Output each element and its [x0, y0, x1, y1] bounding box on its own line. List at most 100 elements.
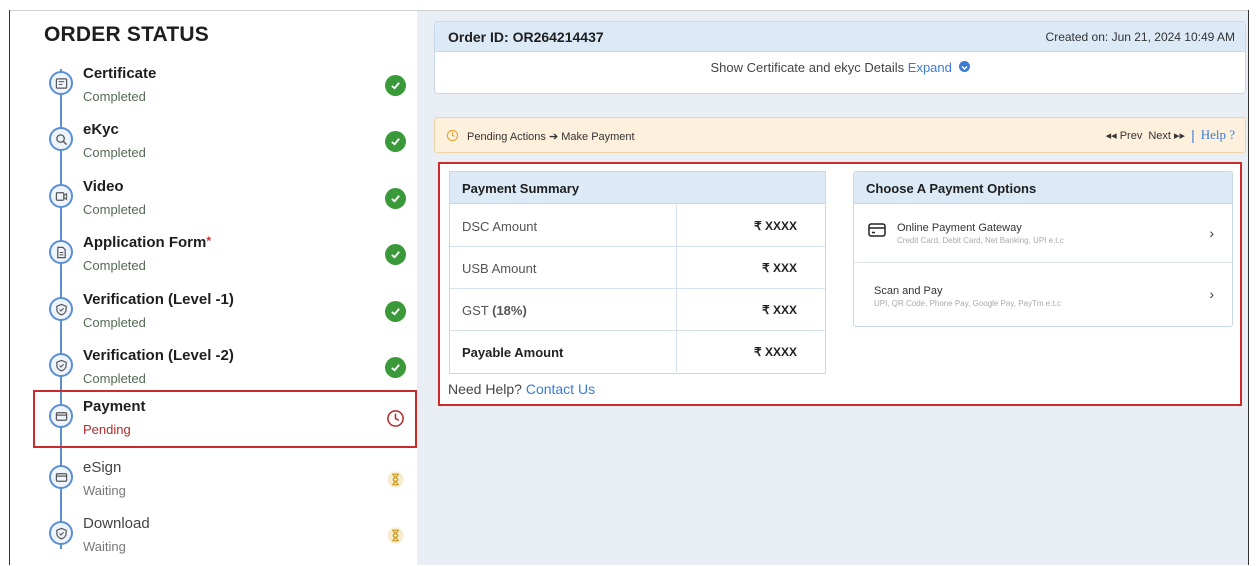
frame-divider [9, 10, 10, 565]
show-details-row: Show Certificate and ekyc Details Expand [435, 60, 1245, 75]
option-title: Scan and Pay [874, 285, 943, 297]
step-status: Completed [83, 315, 146, 330]
chevron-right-icon: › [1209, 286, 1214, 302]
payment-summary-header: Payment Summary [450, 172, 825, 204]
step-download[interactable]: Download Waiting [33, 510, 417, 566]
certificate-icon [49, 71, 73, 95]
step-esign[interactable]: eSign Waiting [33, 454, 417, 510]
current-action-label: Make Payment [561, 131, 635, 143]
video-icon [49, 184, 73, 208]
step-title: Verification (Level -2) [83, 347, 234, 364]
payment-options-header: Choose A Payment Options [854, 172, 1232, 204]
pending-actions-breadcrumb: Pending Actions ➔ Make Payment [467, 130, 635, 143]
step-ekyc[interactable]: eKyc Completed [33, 116, 417, 172]
row-value: ₹ XXX [762, 303, 797, 317]
shield-check-icon [49, 353, 73, 377]
frame-divider [1248, 10, 1249, 565]
ekyc-search-icon [49, 127, 73, 151]
step-status: Completed [83, 258, 146, 273]
step-verification-level-1[interactable]: Verification (Level -1) Completed [33, 286, 417, 342]
step-certificate[interactable]: Certificate Completed [33, 60, 417, 116]
step-title: Video [83, 178, 124, 195]
step-title: Application Form* [83, 234, 211, 251]
shield-check-icon [49, 297, 73, 321]
arrow-right-icon: ➔ [548, 131, 559, 143]
need-help-text: Need Help? [448, 381, 522, 397]
pending-clock-icon [446, 129, 459, 142]
card-icon [49, 404, 73, 428]
pending-actions-bar: Pending Actions ➔ Make Payment ◂◂ Prev N… [434, 117, 1246, 153]
row-label: Payable Amount [462, 345, 564, 360]
step-title: eSign [83, 459, 122, 476]
step-status: Completed [83, 145, 146, 160]
created-on: Created on: Jun 21, 2024 10:49 AM [1045, 30, 1235, 44]
column-divider [676, 289, 677, 330]
completed-check-icon [385, 244, 406, 265]
completed-check-icon [385, 357, 406, 378]
expand-circle-icon[interactable] [958, 61, 970, 72]
step-status: Completed [83, 202, 146, 217]
step-application-form[interactable]: Application Form* Completed [33, 229, 417, 285]
help-link[interactable]: Help ? [1201, 127, 1235, 143]
step-title: Download [83, 515, 150, 532]
payment-option-scan-and-pay[interactable]: Scan and Pay UPI, QR Code, Phone Pay, Go… [854, 264, 1232, 322]
order-id: Order ID: OR264214437 [448, 29, 604, 45]
row-label-rate: (18%) [492, 303, 527, 318]
credit-card-icon [868, 223, 886, 237]
order-info-card: Order ID: OR264214437 Created on: Jun 21… [434, 21, 1246, 94]
step-status: Completed [83, 89, 146, 104]
document-icon [49, 240, 73, 264]
prev-button[interactable]: ◂◂ Prev [1106, 129, 1143, 142]
table-row: GST (18%) ₹ XXX [450, 289, 825, 331]
column-divider [676, 205, 677, 246]
payment-summary-table: Payment Summary DSC Amount ₹ XXXX USB Am… [449, 171, 826, 374]
option-subtitle: Credit Card, Debit Card, Net Banking, UP… [897, 236, 1064, 245]
table-row: USB Amount ₹ XXX [450, 247, 825, 289]
step-title: eKyc [83, 121, 119, 138]
step-status: Pending [83, 422, 131, 437]
row-label-text: GST [462, 303, 489, 318]
completed-check-icon [385, 131, 406, 152]
step-title: Payment [83, 398, 146, 415]
column-divider [676, 247, 677, 288]
pending-actions-label: Pending Actions [467, 131, 546, 143]
next-label: Next [1148, 129, 1171, 142]
completed-check-icon [385, 75, 406, 96]
page-frame: ORDER STATUS Certificate Completed eKyc … [0, 0, 1257, 565]
step-status: Waiting [83, 483, 126, 498]
sidebar-title: ORDER STATUS [44, 23, 209, 46]
order-status-sidebar: ORDER STATUS Certificate Completed eKyc … [33, 11, 417, 565]
hourglass-icon [385, 469, 406, 490]
completed-check-icon [385, 301, 406, 322]
step-video[interactable]: Video Completed [33, 173, 417, 229]
expand-link[interactable]: Expand [908, 60, 952, 75]
hourglass-icon [385, 525, 406, 546]
step-title-text: Application Form [83, 234, 207, 251]
payment-summary-title: Payment Summary [462, 181, 580, 196]
payment-options-panel: Choose A Payment Options Online Payment … [853, 171, 1233, 327]
step-status: Waiting [83, 539, 126, 554]
contact-us-link[interactable]: Contact Us [526, 381, 595, 397]
required-mark: * [206, 234, 212, 248]
option-subtitle: UPI, QR Code, Phone Pay, Google Pay, Pay… [874, 299, 1061, 308]
option-title: Online Payment Gateway [897, 222, 1022, 234]
table-row: DSC Amount ₹ XXXX [450, 205, 825, 247]
row-value: ₹ XXX [762, 261, 797, 275]
nav-separator: | [1191, 127, 1195, 143]
row-value: ₹ XXXX [754, 219, 797, 233]
chevron-right-icon: › [1209, 225, 1214, 241]
order-header: Order ID: OR264214437 Created on: Jun 21… [435, 22, 1245, 52]
payment-option-online-gateway[interactable]: Online Payment Gateway Credit Card, Debi… [854, 205, 1232, 263]
prev-label: Prev [1119, 129, 1143, 142]
row-label: GST (18%) [462, 303, 527, 318]
row-value: ₹ XXXX [754, 345, 797, 359]
row-label: USB Amount [462, 261, 537, 276]
clock-icon [385, 408, 406, 429]
column-divider [676, 331, 677, 372]
next-button[interactable]: Next ▸▸ [1148, 129, 1185, 142]
need-help-row: Need Help? Contact Us [448, 381, 595, 397]
step-payment[interactable]: Payment Pending [33, 393, 417, 449]
step-title: Verification (Level -1) [83, 291, 234, 308]
payment-panel: Payment Summary DSC Amount ₹ XXXX USB Am… [438, 162, 1242, 406]
row-label: DSC Amount [462, 219, 538, 234]
